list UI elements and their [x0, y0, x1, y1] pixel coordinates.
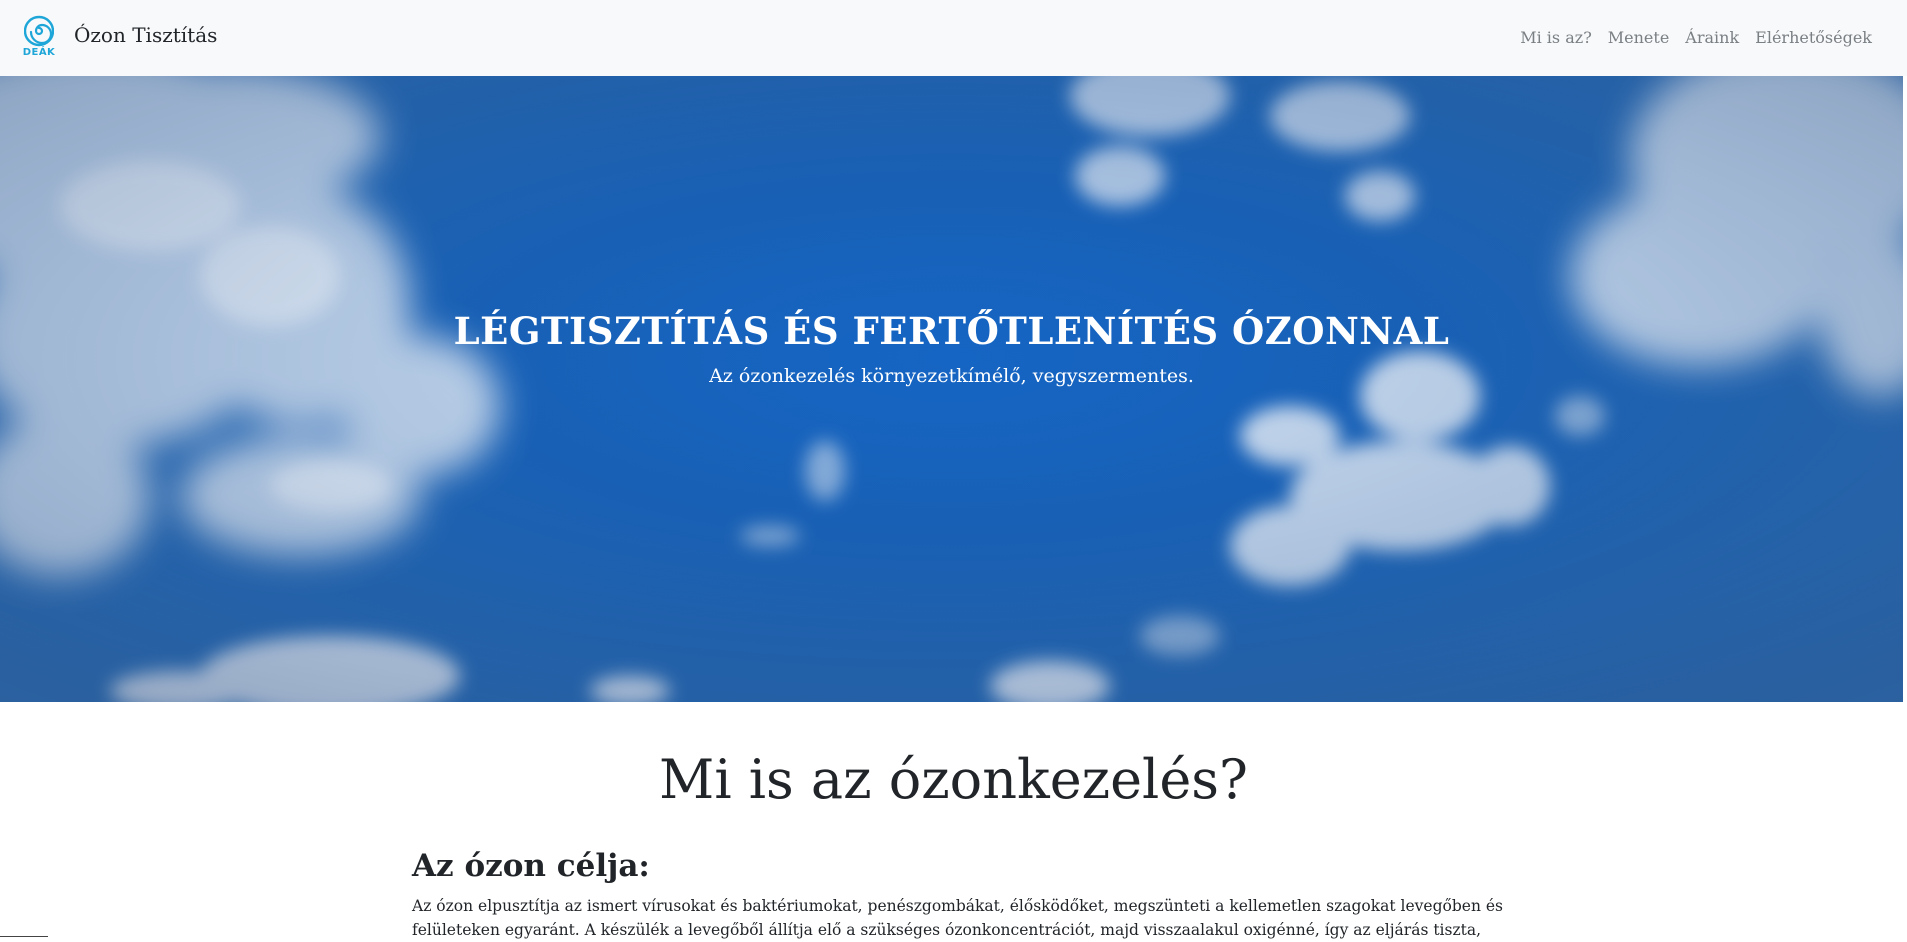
- hero-banner: LÉGTISZTÍTÁS ÉS FERTŐTLENÍTÉS ÓZONNAL Az…: [0, 76, 1903, 702]
- section-title: Mi is az ózonkezelés?: [659, 748, 1248, 811]
- hero-title: LÉGTISZTÍTÁS ÉS FERTŐTLENÍTÉS ÓZONNAL: [453, 309, 1450, 353]
- logo: DEÁK: [22, 15, 56, 61]
- nav-link-elerhetosegek[interactable]: Elérhetőségek: [1747, 28, 1880, 47]
- nav-link-araink[interactable]: Áraink: [1677, 28, 1747, 47]
- nav-links: Mi is az? Menete Áraink Elérhetőségek: [1512, 28, 1880, 47]
- section-paragraph: Az ózon elpusztítja az ismert vírusokat …: [412, 897, 1503, 939]
- hero-subtitle: Az ózonkezelés környezetkímélő, vegyszer…: [709, 365, 1194, 387]
- logo-text: DEÁK: [22, 47, 56, 58]
- section-content: Az ózon célja: Az ózon elpusztítja az is…: [412, 848, 1512, 942]
- navbar: DEÁK Ózon Tisztítás Mi is az? Menete Ára…: [0, 0, 1907, 76]
- section-subheading: Az ózon célja:: [412, 848, 650, 884]
- nav-link-menete[interactable]: Menete: [1600, 28, 1678, 47]
- divider: [0, 936, 48, 937]
- spiral-logo-icon: [24, 15, 54, 47]
- brand-link[interactable]: DEÁK Ózon Tisztítás: [22, 15, 218, 61]
- nav-link-mi-is-az[interactable]: Mi is az?: [1512, 28, 1600, 47]
- sky-clouds-background: [0, 76, 1903, 702]
- brand-title: Ózon Tisztítás: [74, 23, 218, 47]
